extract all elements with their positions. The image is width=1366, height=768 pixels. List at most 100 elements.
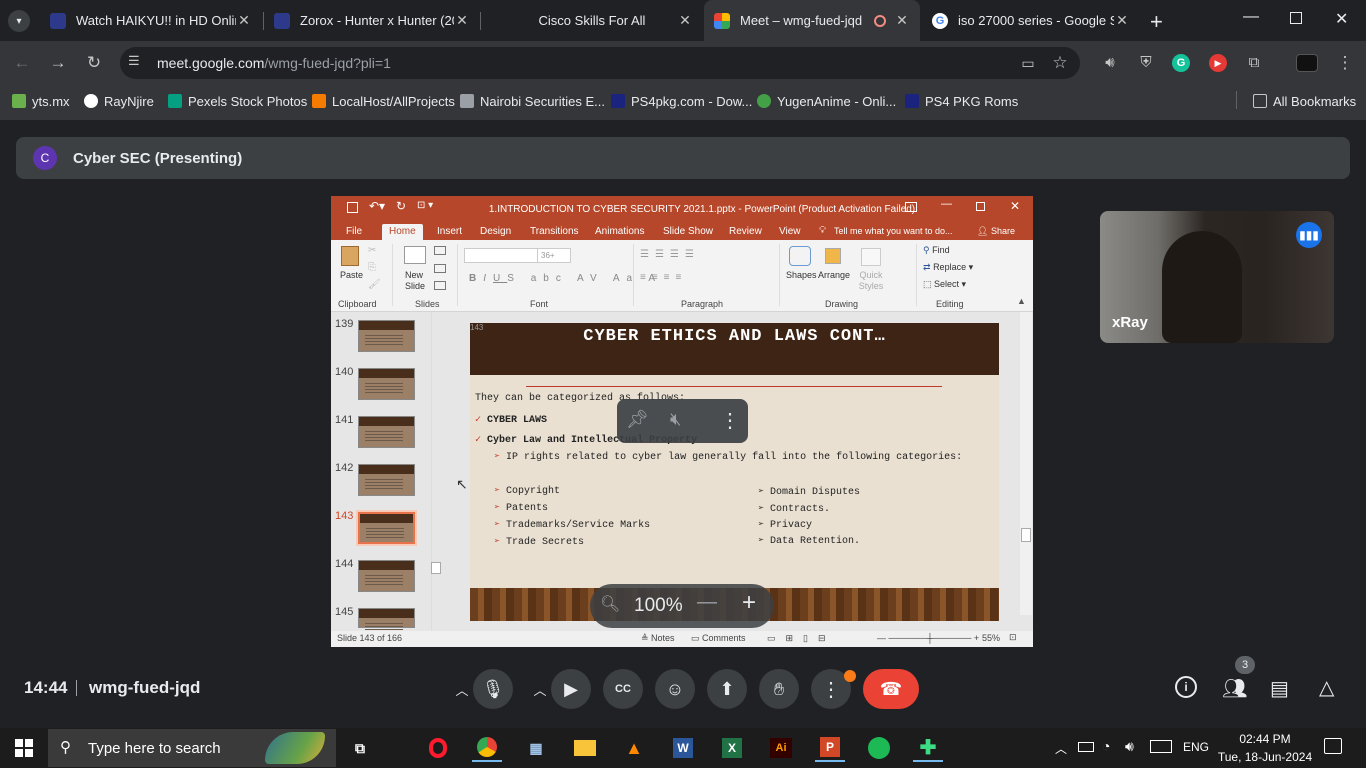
zoom-out-button[interactable]: —: [697, 591, 717, 614]
meeting-info-icon[interactable]: i: [1175, 676, 1197, 698]
volume-icon[interactable]: 🔊︎: [1125, 738, 1134, 755]
bookmark-pexels[interactable]: Pexels Stock Photos: [168, 92, 307, 110]
slide-thumbnail[interactable]: [358, 320, 415, 352]
media-control-icon[interactable]: 🔊︎: [1098, 51, 1122, 75]
word-icon[interactable]: W: [668, 734, 698, 762]
present-button[interactable]: ⬆: [707, 669, 747, 709]
new-tab-icon[interactable]: +: [1150, 9, 1163, 35]
close-tab-icon[interactable]: ✕: [677, 12, 693, 29]
select-button[interactable]: ⬚ Select ▾: [923, 279, 966, 290]
slide-thumbnail[interactable]: [358, 416, 415, 448]
video-options-chevron-icon[interactable]: ︿: [529, 678, 551, 700]
site-info-icon[interactable]: ☰: [128, 53, 140, 69]
camera-in-use-icon[interactable]: ▭: [1016, 51, 1040, 75]
paste-button[interactable]: Paste: [340, 270, 363, 280]
profile-avatar[interactable]: [1296, 54, 1318, 72]
forward-icon[interactable]: →: [46, 51, 70, 75]
ribbon-tab-insert[interactable]: Insert: [433, 224, 466, 240]
undo-icon[interactable]: ↶▾: [369, 199, 385, 213]
bullets-icon[interactable]: ☰☰☰☰: [640, 249, 700, 260]
zoom-slider[interactable]: — ──────┼────── +: [877, 633, 979, 643]
bookmark-ps4-roms[interactable]: PS4 PKG Roms: [905, 92, 1018, 110]
spotify-icon[interactable]: [864, 734, 894, 762]
replace-button[interactable]: ⇄ Replace ▾: [923, 262, 973, 273]
raise-hand-button[interactable]: ✋︎: [759, 669, 799, 709]
notes-button[interactable]: ≜ Notes: [641, 633, 675, 644]
find-button[interactable]: ⚲ Find: [923, 245, 950, 256]
arrange-button[interactable]: Arrange: [818, 270, 850, 280]
reactions-button[interactable]: ☺: [655, 669, 695, 709]
bookmark-star-icon[interactable]: ☆: [1048, 51, 1072, 75]
bookmark-yts[interactable]: yts.mx: [12, 92, 70, 110]
notifications-icon[interactable]: [1324, 738, 1342, 754]
fit-slide-icon[interactable]: ⊡: [1009, 632, 1017, 643]
qat-more-icon[interactable]: ⊡ ▾: [417, 200, 433, 211]
chrome-icon[interactable]: [472, 734, 502, 762]
close-tab-icon[interactable]: ✕: [894, 12, 910, 29]
comments-button[interactable]: ▭ Comments: [691, 633, 746, 644]
ribbon-tab-design[interactable]: Design: [476, 224, 515, 240]
new-slide-button[interactable]: New Slide: [405, 270, 433, 292]
layout-icon[interactable]: [434, 246, 446, 255]
slide-thumbnail-selected[interactable]: [358, 512, 415, 544]
camera-button[interactable]: ▶: [551, 669, 591, 709]
font-name-box[interactable]: [464, 248, 538, 263]
ppt-restore-icon[interactable]: [976, 202, 985, 211]
close-window-icon[interactable]: ✕: [1335, 9, 1348, 29]
video-extension-icon[interactable]: ▶: [1209, 54, 1227, 72]
reset-icon[interactable]: [434, 264, 446, 273]
align-icons[interactable]: ≡≡≡≡: [640, 272, 687, 283]
tab-haikyu[interactable]: Watch HAIKYU!! in HD Onlin ✕: [40, 0, 262, 41]
opera-icon[interactable]: [423, 734, 453, 762]
microphone-button[interactable]: 🎙︎: [473, 669, 513, 709]
bookmark-yugenanime[interactable]: YugenAnime - Onli...: [757, 92, 896, 110]
excel-icon[interactable]: X: [717, 734, 747, 762]
clock-date[interactable]: Tue, 18-Jun-2024: [1212, 750, 1318, 764]
tab-meet[interactable]: Meet – wmg-fued-jqd ✕: [704, 0, 920, 41]
people-icon[interactable]: 👥︎: [1222, 676, 1247, 701]
thumbnail-scrollbar[interactable]: [431, 312, 441, 631]
cut-icon[interactable]: ✂: [368, 245, 376, 256]
font-size-box[interactable]: 36+: [537, 248, 571, 263]
thumbnail-scroll-thumb[interactable]: [431, 562, 441, 574]
tab-google-search[interactable]: G iso 27000 series - Google Se ✕: [922, 0, 1140, 41]
more-options-icon[interactable]: ⋮: [720, 408, 740, 433]
arrange-icon[interactable]: [825, 248, 841, 264]
show-hidden-icons[interactable]: ︿: [1055, 740, 1067, 757]
ribbon-tab-file[interactable]: File: [342, 224, 366, 240]
ribbon-display-icon[interactable]: [905, 202, 917, 212]
bookmark-localhost[interactable]: LocalHost/AllProjects: [312, 92, 455, 110]
audio-options-chevron-icon[interactable]: ︿: [451, 678, 473, 700]
ribbon-tab-home[interactable]: Home: [382, 224, 423, 240]
task-view-icon[interactable]: ⧉: [345, 734, 375, 762]
tab-cisco[interactable]: Cisco Skills For All ✕: [481, 0, 703, 41]
all-bookmarks[interactable]: All Bookmarks: [1253, 92, 1356, 110]
share-button[interactable]: 👤︎ Share: [977, 226, 1015, 237]
shapes-button[interactable]: Shapes: [786, 270, 817, 280]
close-tab-icon[interactable]: ✕: [236, 12, 252, 29]
language-indicator[interactable]: ENG: [1183, 740, 1209, 754]
tab-search-button[interactable]: ▾: [8, 10, 30, 32]
new-slide-icon[interactable]: [404, 246, 426, 264]
slide-thumbnail[interactable]: [358, 608, 415, 633]
leave-call-button[interactable]: ☎: [863, 669, 919, 709]
ppt-minimize-icon[interactable]: —: [941, 198, 952, 210]
slide-scrollbar[interactable]: [1020, 312, 1032, 615]
back-icon[interactable]: ←: [10, 51, 34, 75]
chat-icon[interactable]: ▤: [1270, 676, 1289, 701]
self-video-tile[interactable]: xRay ▮▮▮: [1100, 211, 1334, 343]
minimize-icon[interactable]: —: [1243, 8, 1259, 26]
quick-styles-button[interactable]: Quick Styles: [856, 270, 886, 292]
slide-scroll-thumb[interactable]: [1021, 528, 1031, 542]
zoom-in-button[interactable]: +: [742, 589, 756, 617]
file-explorer-icon[interactable]: [570, 734, 600, 762]
bookmark-nse[interactable]: Nairobi Securities E...: [460, 92, 605, 110]
pin-off-icon[interactable]: 📌︎: [626, 409, 649, 430]
bookmark-ps4pkg[interactable]: PS4pkg.com - Dow...: [611, 92, 752, 110]
redo-icon[interactable]: ↻: [396, 199, 406, 213]
mute-off-icon[interactable]: 🔇︎: [670, 409, 681, 430]
bookmark-rayjire[interactable]: RayNjire: [84, 92, 154, 110]
wifi-icon[interactable]: ◔: [1102, 738, 1110, 754]
ppt-close-icon[interactable]: ✕: [1010, 199, 1020, 213]
view-buttons[interactable]: ▭⊞▯⊟: [767, 633, 836, 644]
